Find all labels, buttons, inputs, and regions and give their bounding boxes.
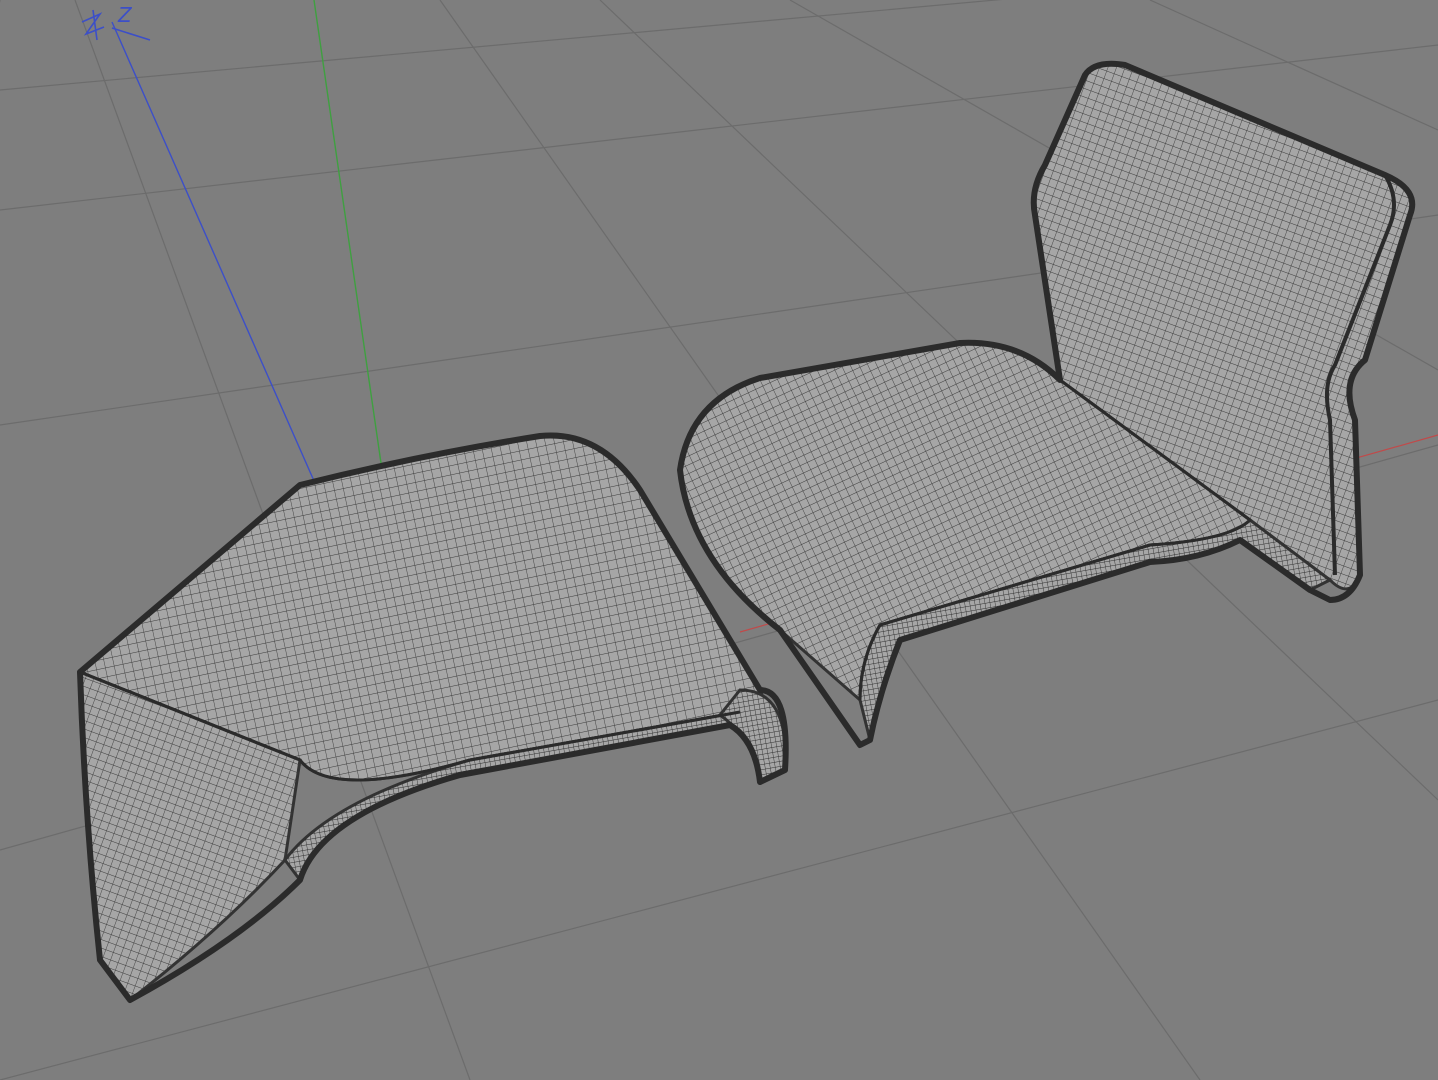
viewport-canvas[interactable]: Z	[0, 0, 1438, 1080]
chair-mesh[interactable]	[670, 55, 1420, 750]
z-axis-line	[111, 21, 319, 491]
y-axis-line	[313, 0, 383, 471]
z-axis-label: Z	[117, 3, 133, 27]
3d-viewport[interactable]: Z	[0, 0, 1438, 1080]
z-axis-label-icon	[81, 9, 151, 41]
